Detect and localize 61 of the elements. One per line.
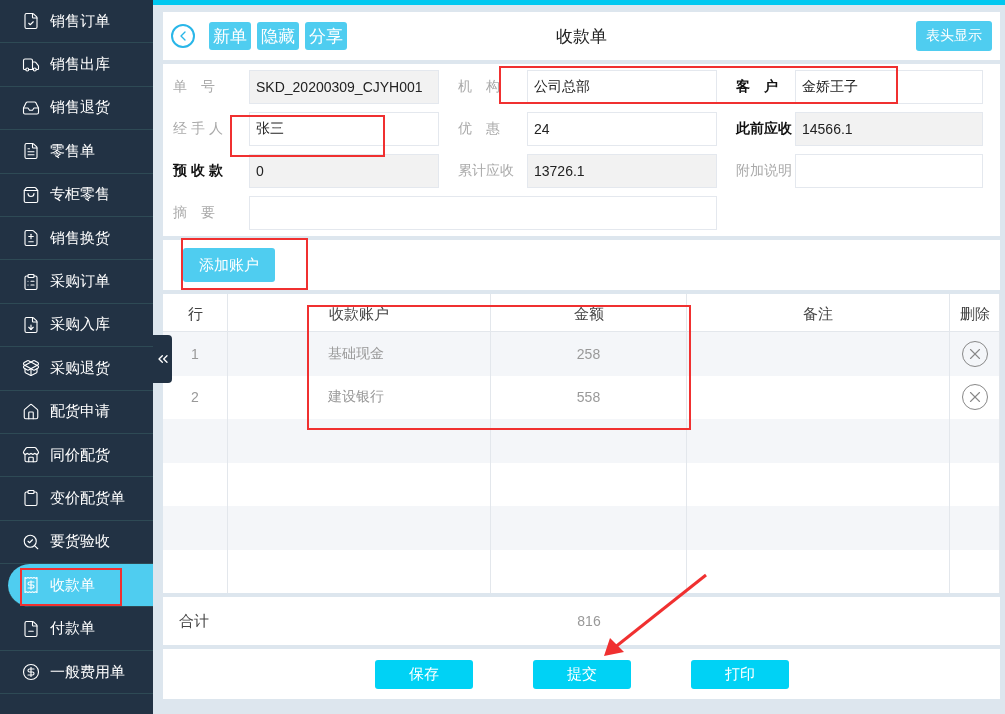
sidebar-item[interactable]: 零售单: [0, 130, 153, 174]
sidebar-item[interactable]: 配货申请: [0, 390, 153, 434]
sidebar-item[interactable]: 销售订单: [0, 0, 153, 44]
collapse-handle[interactable]: [153, 335, 172, 383]
clipboard-icon: [22, 489, 40, 508]
input-field[interactable]: 金娇王子: [795, 70, 983, 104]
sidebar-item[interactable]: 销售出库: [0, 43, 153, 87]
sidebar-item[interactable]: 同价配货: [0, 433, 153, 478]
input-field[interactable]: [795, 154, 983, 188]
sidebar-item[interactable]: 一般费用单: [0, 650, 153, 695]
document-icon: [22, 142, 40, 161]
search-icon: [22, 532, 40, 551]
receipt-icon: [22, 576, 40, 595]
file-minus-icon: [22, 619, 40, 638]
field-label: 摘 要: [172, 204, 216, 222]
input-field[interactable]: 14566.1: [795, 112, 983, 146]
input-field[interactable]: 公司总部: [527, 70, 717, 104]
open-box-icon: [22, 359, 40, 378]
column-header: 备注: [687, 294, 950, 331]
coin-icon: [22, 663, 40, 682]
total-label: 合计: [178, 611, 210, 631]
field-label: 预 收 款: [171, 162, 224, 180]
input-field[interactable]: 13726.1: [527, 154, 717, 188]
sidebar-item[interactable]: 变价配货单: [0, 477, 153, 521]
sidebar-item[interactable]: 专柜零售: [0, 173, 153, 217]
table-cell: 258: [491, 332, 687, 376]
field-label: 此前应收: [734, 120, 793, 138]
back-button[interactable]: [171, 24, 195, 48]
input-field[interactable]: [249, 196, 717, 230]
house-icon: [22, 402, 40, 421]
input-field[interactable]: 24: [527, 112, 717, 146]
column-header: 金额: [491, 294, 687, 331]
field-label: 客 户: [735, 78, 779, 96]
truck-icon: [22, 55, 40, 74]
clipboard-list-icon: [22, 272, 40, 291]
field-label: 经 手 人: [172, 120, 224, 138]
sidebar-item[interactable]: 采购入库: [0, 303, 153, 348]
file-down-icon: [22, 315, 40, 334]
column-header: 行: [163, 294, 228, 331]
inbox-icon: [22, 98, 40, 117]
file-diff-icon: [22, 229, 40, 248]
sidebar-item[interactable]: 销售换货: [0, 216, 153, 261]
column-header: 删除: [950, 294, 1000, 331]
total-amount: 816: [576, 613, 602, 629]
sidebar-item[interactable]: 销售退货: [0, 86, 153, 131]
input-field[interactable]: SKD_20200309_CJYH001: [249, 70, 439, 104]
field-label: 优 惠: [457, 120, 501, 138]
field-label: 累计应收: [457, 162, 515, 180]
input-field[interactable]: 张三: [249, 112, 439, 146]
sidebar-item[interactable]: 采购订单: [0, 260, 153, 304]
table-cell: 基础现金: [228, 332, 491, 376]
page-title: 收款单: [556, 25, 607, 48]
input-field[interactable]: 0: [249, 154, 439, 188]
file-check-icon: [22, 12, 40, 31]
column-header: 收款账户: [228, 294, 491, 331]
field-label: 机 构: [457, 78, 501, 96]
store-icon: [22, 446, 40, 465]
field-label: 附加说明: [735, 162, 793, 180]
sidebar-item[interactable]: 付款单: [0, 607, 153, 651]
field-label: 单 号: [172, 78, 216, 96]
shopping-bag-icon: [22, 185, 40, 204]
